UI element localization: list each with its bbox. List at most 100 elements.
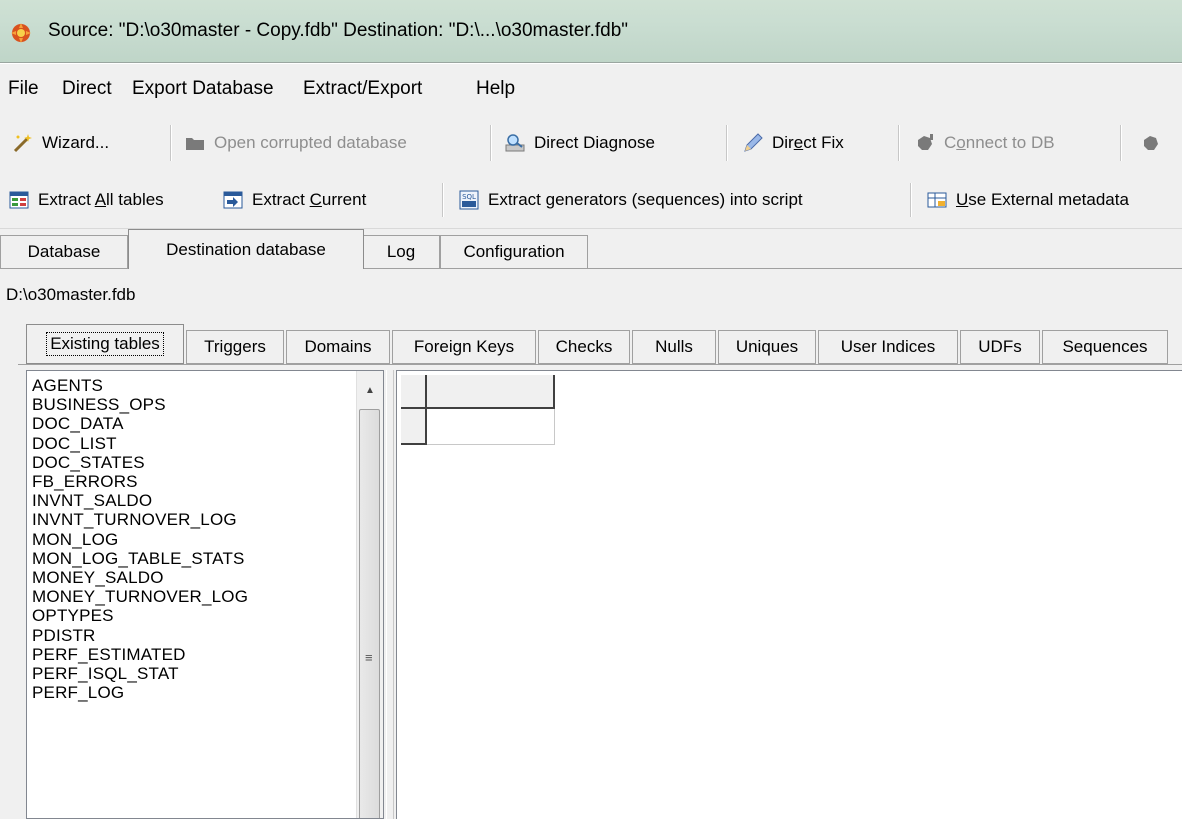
tab-foreign-keys[interactable]: Foreign Keys: [392, 330, 536, 364]
list-item[interactable]: DOC_DATA: [32, 414, 248, 433]
tab-checks-label: Checks: [555, 337, 613, 356]
grid-row-indicator[interactable]: [401, 409, 427, 445]
toolbar-separator: [910, 183, 912, 217]
fix-pencil-icon: [744, 133, 763, 152]
folder-icon: [186, 138, 204, 150]
plug-icon: [1144, 136, 1158, 150]
menu-direct[interactable]: Direct: [62, 78, 112, 100]
tab-domains[interactable]: Domains: [286, 330, 390, 364]
svg-text:SQL: SQL: [462, 193, 476, 201]
list-item[interactable]: PDISTR: [32, 626, 248, 645]
tab-triggers[interactable]: Triggers: [186, 330, 284, 364]
extract-current-label: Extract Current: [252, 190, 367, 209]
list-item[interactable]: MON_LOG: [32, 530, 248, 549]
extract-all-tables-button[interactable]: Extract All tables: [8, 172, 164, 228]
existing-tables-list[interactable]: AGENTS BUSINESS_OPS DOC_DATA DOC_LIST DO…: [26, 370, 384, 819]
toolbar-main: Wizard... Open corrupted database Direct…: [0, 114, 1182, 173]
tab-destination-database[interactable]: Destination database: [128, 229, 364, 269]
menu-extract-export[interactable]: Extract/Export: [303, 78, 422, 100]
main-tab-strip: Database Destination database Log Config…: [0, 229, 1182, 269]
list-item[interactable]: MONEY_TURNOVER_LOG: [32, 587, 248, 606]
wizard-wand-icon: [13, 134, 32, 153]
tab-existing-tables[interactable]: Existing tables: [26, 324, 184, 364]
grid-data-cell[interactable]: [427, 409, 555, 445]
direct-diagnose-button[interactable]: Direct Diagnose: [504, 114, 655, 172]
destination-path-label: D:\o30master.fdb: [6, 285, 136, 304]
external-metadata-icon: [927, 192, 947, 208]
vertical-scrollbar[interactable]: ▲ ≡: [356, 371, 383, 818]
extract-generators-button[interactable]: SQL Extract generators (sequences) into …: [458, 172, 803, 228]
grip-icon: ≡: [365, 650, 373, 665]
list-item[interactable]: PERF_LOG: [32, 683, 248, 702]
tab-sequences[interactable]: Sequences: [1042, 330, 1168, 364]
grid-corner-cell: [401, 375, 427, 409]
use-external-metadata-label: Use External metadata: [956, 190, 1129, 209]
menu-bar: File Direct Export Database Extract/Expo…: [0, 63, 1182, 115]
list-item[interactable]: MON_LOG_TABLE_STATS: [32, 549, 248, 568]
list-item[interactable]: MONEY_SALDO: [32, 568, 248, 587]
toolbar-separator: [898, 125, 900, 161]
tab-uniques-label: Uniques: [735, 337, 799, 356]
disconnect-button[interactable]: [1140, 114, 1170, 172]
list-item[interactable]: OPTYPES: [32, 606, 248, 625]
list-item[interactable]: DOC_LIST: [32, 434, 248, 453]
tab-foreign-keys-label: Foreign Keys: [413, 337, 515, 356]
direct-fix-button[interactable]: Direct Fix: [742, 114, 844, 172]
list-item[interactable]: BUSINESS_OPS: [32, 395, 248, 414]
window-title: Source: "D:\o30master - Copy.fdb" Destin…: [48, 20, 629, 41]
menu-file[interactable]: File: [8, 78, 39, 100]
table-list-items: AGENTS BUSINESS_OPS DOC_DATA DOC_LIST DO…: [32, 376, 248, 702]
wizard-button[interactable]: Wizard...: [12, 114, 109, 172]
connect-to-db-label: Connect to DB: [944, 133, 1055, 152]
app-icon: [11, 23, 31, 43]
extract-generators-label: Extract generators (sequences) into scri…: [488, 190, 803, 209]
list-item[interactable]: FB_ERRORS: [32, 472, 248, 491]
list-item[interactable]: INVNT_TURNOVER_LOG: [32, 510, 248, 529]
direct-fix-label: Direct Fix: [772, 133, 844, 152]
tab-database[interactable]: Database: [0, 235, 128, 268]
grid-column-header[interactable]: [427, 375, 555, 409]
list-item[interactable]: PERF_ESTIMATED: [32, 645, 248, 664]
menu-export-database[interactable]: Export Database: [132, 78, 274, 100]
scrollbar-thumb[interactable]: ≡: [359, 409, 380, 818]
toolbar-extract: Extract All tables Extract Current SQL E…: [0, 172, 1182, 229]
extract-all-label: Extract All tables: [38, 190, 164, 209]
tab-user-indices-label: User Indices: [840, 337, 936, 356]
open-corrupted-database-button[interactable]: Open corrupted database: [184, 114, 407, 172]
direct-diagnose-label: Direct Diagnose: [534, 133, 655, 152]
use-external-metadata-button[interactable]: Use External metadata: [926, 172, 1129, 228]
pane-splitter[interactable]: [386, 370, 394, 819]
tab-uniques[interactable]: Uniques: [718, 330, 816, 364]
toolbar-separator: [442, 183, 444, 217]
toolbar-separator: [1120, 125, 1122, 161]
tab-domains-label: Domains: [304, 337, 372, 356]
diagnose-magnifier-icon: [505, 134, 525, 152]
tab-log-label: Log: [386, 242, 416, 261]
tab-checks[interactable]: Checks: [538, 330, 630, 364]
tab-udfs-label: UDFs: [978, 337, 1022, 356]
open-corrupted-label: Open corrupted database: [214, 133, 407, 152]
tab-nulls[interactable]: Nulls: [632, 330, 716, 364]
tab-udfs[interactable]: UDFs: [960, 330, 1040, 364]
list-item[interactable]: DOC_STATES: [32, 453, 248, 472]
toolbar-separator: [170, 125, 172, 161]
tab-sequences-label: Sequences: [1062, 337, 1148, 356]
toolbar-separator: [726, 125, 728, 161]
tab-user-indices[interactable]: User Indices: [818, 330, 958, 364]
list-item[interactable]: INVNT_SALDO: [32, 491, 248, 510]
table-data-grid[interactable]: [396, 370, 1182, 819]
tab-database-label: Database: [27, 242, 101, 261]
sql-script-icon: SQL: [459, 190, 479, 210]
tab-log[interactable]: Log: [362, 235, 440, 268]
list-item[interactable]: AGENTS: [32, 376, 248, 395]
tab-destination-database-label: Destination database: [166, 239, 326, 259]
menu-help[interactable]: Help: [476, 78, 515, 100]
list-item[interactable]: PERF_ISQL_STAT: [32, 664, 248, 683]
extract-current-button[interactable]: Extract Current: [222, 172, 366, 228]
toolbar-separator: [490, 125, 492, 161]
connect-to-db-button[interactable]: Connect to DB: [914, 114, 1055, 172]
wizard-label: Wizard...: [42, 133, 110, 152]
tab-nulls-label: Nulls: [655, 337, 693, 356]
scroll-up-arrow-icon[interactable]: ▲: [359, 373, 381, 407]
tab-configuration[interactable]: Configuration: [440, 235, 588, 268]
